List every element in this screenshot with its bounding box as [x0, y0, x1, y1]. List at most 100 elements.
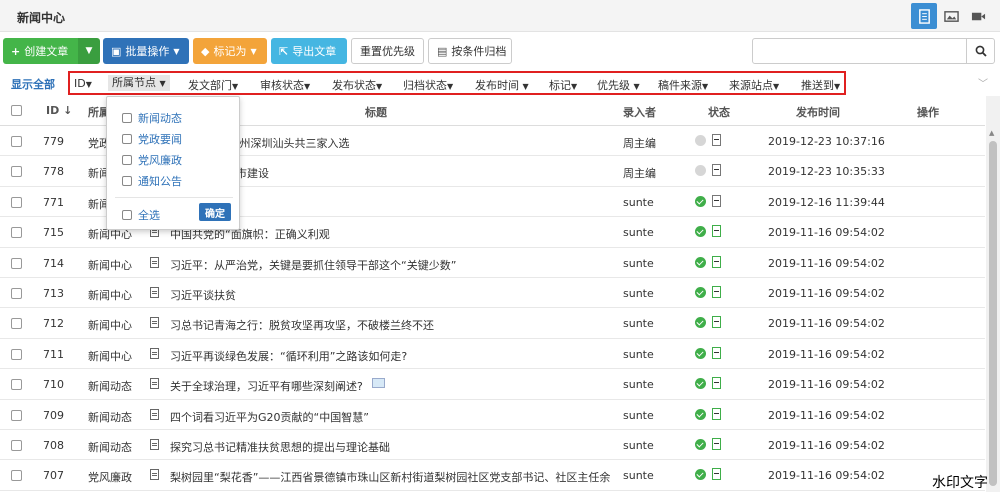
table-row[interactable]: 713 新闻中心 习近平谈扶贫 sunte 2019-11-16 09:54:0… [0, 278, 985, 309]
row-checkbox[interactable] [11, 348, 22, 360]
table-row[interactable]: 714 新闻中心 习近平：从严治党，关键是要抓住领导干部这个“关键少数” sun… [0, 248, 985, 278]
row-title[interactable]: 四个词看习近平为G20贡献的“中国智慧” [170, 409, 610, 425]
video-view-icon [971, 12, 985, 20]
table-row[interactable]: 707 党风廉政 梨树园里“梨花香”——江西省景德镇市珠山区新村街道梨树园社区党… [0, 460, 985, 491]
table-row[interactable]: 711 新闻中心 习近平再谈绿色发展：“循环利用”之路该如何走? sunte 2… [0, 339, 985, 370]
pending-icon [695, 135, 706, 146]
archive-by-condition-button[interactable]: ▤ 按条件归档 [428, 38, 512, 64]
dropdown-option[interactable]: 新闻动态 [122, 110, 182, 126]
archive-icon: ▤ [437, 44, 448, 58]
row-title[interactable]: 习近平再谈绿色发展：“循环利用”之路该如何走? [170, 348, 610, 364]
row-title[interactable]: 关于全球治理，习近平有哪些深刻阐述? [170, 378, 610, 394]
header-author: 录入者 [623, 106, 656, 119]
row-title[interactable]: 习近平谈扶贫 [170, 287, 610, 303]
filter-department[interactable]: 发文部门▼ [188, 77, 238, 93]
filter-node[interactable]: 所属节点 ▼ [108, 75, 170, 91]
row-checkbox[interactable] [11, 470, 22, 482]
publish-status-icon [712, 164, 721, 177]
row-time: 2019-11-16 09:54:02 [768, 317, 885, 331]
batch-operation-button[interactable]: ▣ 批量操作 ▼ [103, 38, 189, 64]
row-node: 新闻中心 [88, 319, 132, 333]
table-row[interactable]: 708 新闻动态 探究习总书记精准扶贫思想的提出与理论基础 sunte 2019… [0, 430, 985, 461]
row-checkbox[interactable] [11, 379, 22, 391]
create-article-button[interactable]: + 创建文章 [3, 38, 79, 64]
filter-archive-status[interactable]: 归档状态▼ [403, 77, 453, 93]
filter-mark[interactable]: 标记▼ [549, 77, 577, 93]
chevron-down-icon: ▼ [85, 46, 93, 56]
mark-as-button[interactable]: ◆ 标记为 ▼ [193, 38, 267, 64]
dropdown-option[interactable]: 通知公告 [122, 173, 182, 189]
row-checkbox[interactable] [11, 166, 22, 178]
filter-publish-status[interactable]: 发布状态▼ [332, 77, 382, 93]
row-author: sunte [623, 408, 654, 422]
row-checkbox[interactable] [11, 409, 22, 421]
scroll-up-icon[interactable]: ▲ [989, 129, 994, 137]
row-checkbox[interactable] [11, 257, 22, 269]
pending-icon [695, 165, 706, 177]
row-author: 周主编 [623, 167, 656, 181]
row-author: sunte [623, 226, 654, 240]
row-author: sunte [623, 469, 654, 483]
confirm-button[interactable]: 确定 [199, 203, 231, 221]
row-checkbox[interactable] [11, 136, 22, 147]
row-title[interactable]: 探究习总书记精准扶贫思想的提出与理论基础 [170, 439, 610, 455]
filter-priority[interactable]: 优先级 ▼ [597, 77, 640, 93]
image-view-icon [943, 10, 959, 22]
approved-icon [695, 347, 706, 359]
row-node: 新闻动态 [88, 441, 132, 454]
publish-status-icon [712, 316, 721, 329]
divider [115, 197, 233, 198]
scrollbar[interactable]: ▲ [986, 96, 1000, 492]
filter-source-site[interactable]: 来源站点▼ [729, 77, 779, 93]
table-row[interactable]: 712 新闻中心 习总书记青海之行：脱贫攻坚再攻坚，不破楼兰终不还 sunte … [0, 308, 985, 339]
table-row[interactable]: 709 新闻动态 四个词看习近平为G20贡献的“中国智慧” sunte 2019… [0, 400, 985, 430]
filter-id[interactable]: ID▼ [74, 77, 92, 90]
publish-status-icon [712, 468, 721, 481]
select-all-option[interactable]: 全选 [122, 207, 160, 223]
row-id: 714 [43, 256, 64, 270]
filter-review-status[interactable]: 审核状态▼ [260, 77, 310, 93]
image-view-button[interactable] [938, 3, 964, 29]
select-all-checkbox[interactable] [11, 105, 22, 116]
filter-source[interactable]: 稿件来源▼ [658, 77, 708, 93]
row-author: sunte [623, 439, 654, 452]
approved-icon [695, 469, 706, 481]
row-author: sunte [623, 195, 654, 209]
approved-icon [695, 317, 706, 329]
dropdown-option[interactable]: 党政要闻 [122, 131, 182, 147]
dropdown-option[interactable]: 党风廉政 [122, 152, 182, 168]
row-checkbox[interactable] [11, 318, 22, 330]
header-id[interactable]: ID ↓ [46, 104, 72, 117]
filter-push-to[interactable]: 推送到▼ [801, 77, 840, 93]
node-filter-dropdown: 新闻动态 党政要闻 党风廉政 通知公告 全选 确定 [106, 96, 240, 230]
row-title[interactable]: 梨树园里“梨花香”——江西省景德镇市珠山区新村街道梨树园社区党支部书记、社区主任… [170, 469, 610, 485]
reset-priority-button[interactable]: 重置优先级 [351, 38, 424, 64]
document-view-button[interactable] [911, 3, 937, 29]
row-time: 2019-11-16 09:54:02 [768, 439, 885, 452]
export-article-button[interactable]: ⇱ 导出文章 [271, 38, 347, 64]
show-all-link[interactable]: 显示全部 [11, 76, 55, 92]
row-checkbox[interactable] [11, 196, 22, 208]
create-dropdown-toggle[interactable]: ▼ [78, 38, 100, 64]
scrollbar-thumb[interactable] [989, 141, 997, 486]
publish-status-icon [712, 377, 721, 390]
publish-status-icon [712, 255, 721, 268]
approved-icon [695, 439, 706, 450]
chevron-down-icon[interactable]: ﹀ [978, 75, 988, 90]
publish-status-icon [712, 225, 721, 238]
table-row[interactable]: 710 新闻动态 关于全球治理，习近平有哪些深刻阐述? sunte 2019-1… [0, 369, 985, 400]
row-checkbox[interactable] [11, 227, 22, 239]
search-input[interactable] [752, 38, 967, 64]
search-button[interactable] [966, 38, 995, 64]
row-id: 713 [43, 287, 64, 300]
row-title[interactable]: 习近平：从严治党，关键是要抓住领导干部这个“关键少数” [170, 257, 610, 273]
filter-publish-time[interactable]: 发布时间 ▼ [475, 77, 529, 93]
row-checkbox[interactable] [11, 288, 22, 299]
watermark: 水印文字 [932, 475, 988, 491]
header-status: 状态 [708, 106, 730, 119]
video-view-button[interactable] [965, 3, 991, 29]
header-time: 发布时间 [796, 106, 840, 119]
row-time: 2019-12-23 10:35:33 [768, 165, 885, 179]
row-checkbox[interactable] [11, 440, 22, 451]
row-title[interactable]: 习总书记青海之行：脱贫攻坚再攻坚，不破楼兰终不还 [170, 317, 610, 333]
